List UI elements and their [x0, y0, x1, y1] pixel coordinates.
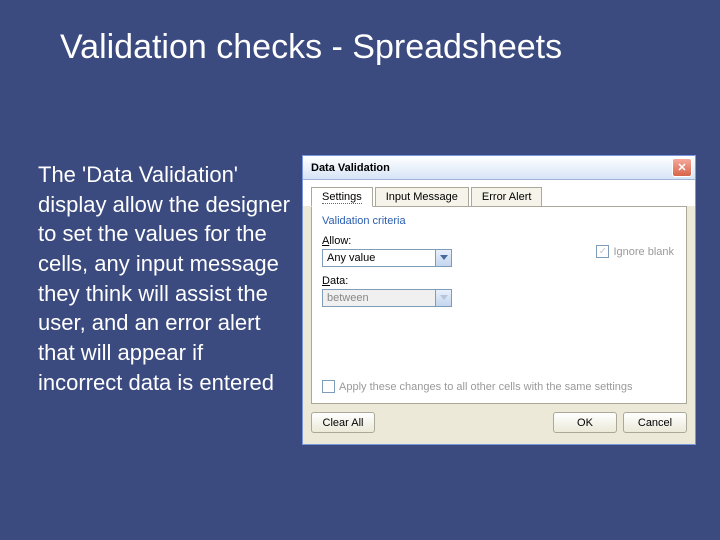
data-label: Data:	[322, 275, 676, 287]
checkbox-icon: ✓	[596, 245, 609, 258]
dialog-titlebar: Data Validation ✕	[303, 156, 695, 180]
apply-changes-label: Apply these changes to all other cells w…	[339, 381, 633, 393]
allow-combobox[interactable]: Any value	[322, 249, 452, 267]
chevron-down-icon	[435, 250, 451, 266]
settings-panel: Validation criteria Allow: Any value ✓ I…	[311, 206, 687, 404]
dialog-button-row: Clear All OK Cancel	[303, 404, 695, 441]
checkbox-icon	[322, 380, 335, 393]
allow-value: Any value	[323, 252, 435, 264]
slide-title: Validation checks - Spreadsheets	[60, 28, 562, 67]
validation-criteria-label: Validation criteria	[322, 215, 676, 227]
clear-all-button[interactable]: Clear All	[311, 412, 375, 433]
apply-changes-checkbox: Apply these changes to all other cells w…	[322, 380, 633, 393]
close-icon: ✕	[677, 161, 686, 174]
cancel-button[interactable]: Cancel	[623, 412, 687, 433]
ignore-blank-label: Ignore blank	[613, 246, 674, 258]
data-value: between	[323, 292, 435, 304]
close-button[interactable]: ✕	[672, 158, 692, 177]
tab-error-alert-label: Error Alert	[482, 191, 532, 203]
data-combobox: between	[322, 289, 452, 307]
ignore-blank-checkbox[interactable]: ✓ Ignore blank	[596, 245, 674, 258]
data-validation-dialog: Data Validation ✕ Settings Input Message…	[302, 155, 696, 445]
tab-input-message-label: Input Message	[386, 191, 458, 203]
tab-settings-label: Settings	[322, 191, 362, 204]
tab-error-alert[interactable]: Error Alert	[471, 187, 543, 207]
tab-input-message[interactable]: Input Message	[375, 187, 469, 207]
tab-settings[interactable]: Settings	[311, 187, 373, 207]
slide-body-text: The 'Data Validation' display allow the …	[38, 160, 293, 398]
chevron-down-icon	[435, 290, 451, 306]
tab-strip: Settings Input Message Error Alert	[303, 180, 695, 206]
ok-button[interactable]: OK	[553, 412, 617, 433]
dialog-title: Data Validation	[311, 162, 390, 174]
